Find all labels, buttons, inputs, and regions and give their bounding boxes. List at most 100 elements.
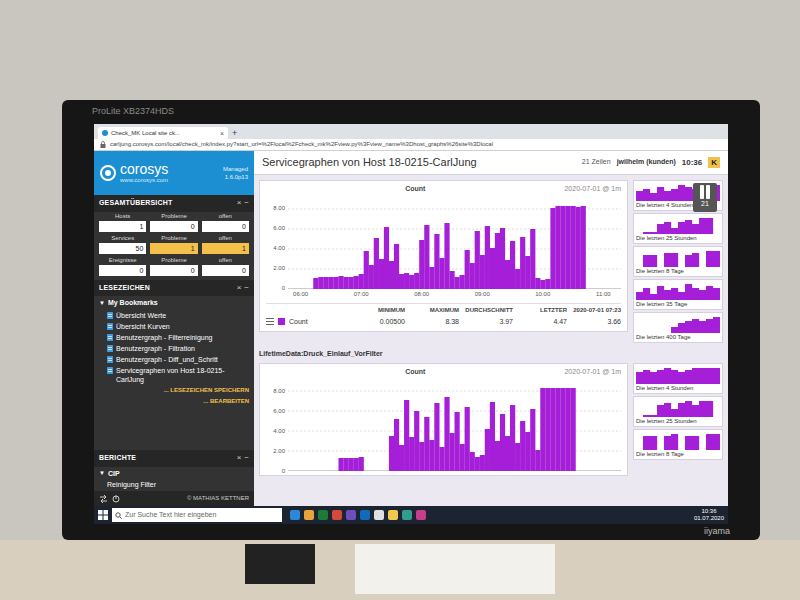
overview-count[interactable]: 0 [150,221,197,232]
graph-bar [616,471,621,472]
edition: Managed [223,165,248,173]
graph-bar [520,421,525,471]
overview-label: Hosts [99,212,146,221]
graph-thumbnail[interactable]: Die letzten 35 Tage [633,279,723,310]
folder-toggle: ▼ [99,299,105,308]
app-icon[interactable] [360,510,370,520]
app-icon[interactable] [304,510,314,520]
graph-bar [525,432,530,471]
monitor-model: ProLite XB2374HDS [92,105,174,119]
graph-thumbnail[interactable]: Die letzten 8 Tage [633,246,723,277]
graph-thumbnail[interactable]: Die letzten 400 Tage [633,312,723,343]
graph-bar [308,288,313,289]
overview-count[interactable]: 0 [99,265,146,276]
app-icon[interactable] [318,510,328,520]
new-tab-button[interactable]: + [232,127,237,139]
graph-bar [591,471,596,472]
thumbnail-label: Die letzten 400 Tage [636,333,720,341]
taskbar-search[interactable]: Zur Suche Text hier eingeben [112,508,282,522]
bookmark-item[interactable]: Benutzergraph - Diff_und_Schritt [99,355,249,364]
graph-bar [328,277,333,289]
graph-bar [455,412,460,471]
tab-close[interactable]: × [220,130,224,137]
overview-count[interactable]: 1 [202,243,249,254]
swap-icon[interactable] [99,495,108,503]
graph-bar [323,277,328,289]
graph-thumbnail[interactable]: Die letzten 8 Tage [633,429,723,460]
report-folder[interactable]: ▼CIP [99,469,249,480]
bookmark-item[interactable]: Benutzergraph - Filterreinigung [99,333,249,342]
graph-bar [586,471,591,472]
section-control[interactable]: × [237,199,242,207]
bookmark-action[interactable]: ... BEARBEITEN [99,397,249,406]
app-icon[interactable] [388,510,398,520]
section-control[interactable]: − [244,199,249,207]
graph-bar [303,288,308,289]
graph-thumbnail[interactable]: Die letzten 25 Stunden [633,213,723,244]
page-header: Servicegraphen von Host 18-0215-CarlJung… [254,151,728,175]
report-item[interactable]: Reinigung Filter [99,480,249,489]
url-field[interactable]: carljung.corosys.com/local/check_mk/inde… [110,140,493,149]
graph-bar [318,471,323,472]
graph-section: LifetimeData:Druck_Einlauf_VorFilterCoun… [259,349,723,476]
bookmark-icon [107,323,113,330]
app-icon[interactable] [290,510,300,520]
app-icon[interactable] [374,510,384,520]
thumbnail-label: Die letzten 35 Tage [636,300,720,308]
overview-count[interactable]: 0 [202,221,249,232]
menu-icon[interactable] [266,318,274,325]
windows-icon[interactable] [98,510,108,520]
overview-count[interactable]: 1 [150,243,197,254]
graph-bar [349,277,354,289]
graph-bar [566,206,571,289]
bookmark-item[interactable]: Übersicht Werte [99,311,249,320]
section-header: GESAMTÜBERSICHT×− [94,195,254,212]
graph-bar [571,206,576,289]
section-control[interactable]: × [237,284,242,292]
bookmark-item[interactable]: Übersicht Kurven [99,322,249,331]
graph-bar [404,400,409,471]
sidebar-footer: © MATHIAS KETTNER [94,491,254,506]
bookmark-item[interactable]: Servicegraphen von Host 18-0215-CarlJung [99,366,249,384]
graph-bar [399,274,404,289]
graph-card: Count2020-07-01 @ 1m8.006.004.002.00006:… [259,180,628,332]
bookmark-item[interactable]: Benutzergraph - Filtration [99,344,249,353]
section-control[interactable]: − [244,284,249,292]
thumbnail-label: Die letzten 8 Tage [636,450,720,458]
app-icon[interactable] [346,510,356,520]
app-icon[interactable] [416,510,426,520]
graph-thumbnail[interactable]: Die letzten 25 Stunden [633,396,723,427]
thumbnail-label: Die letzten 25 Stunden [636,417,720,425]
pause-icon [699,185,711,199]
graph-bar [389,261,394,289]
app-icon[interactable] [402,510,412,520]
thumbnail-label: Die letzten 4 Stunden [636,384,720,392]
graph-thumbnail[interactable]: Die letzten 4 Stunden [633,363,723,394]
bookmark-action[interactable]: ... LESEZEICHEN SPEICHERN [99,386,249,395]
logo-block: corosyswww.corosys.comManaged1.6.0p13 [94,151,254,195]
overview-count[interactable]: 0 [202,265,249,276]
x-tick: 10:00 [535,290,550,299]
graph-bar [344,277,349,289]
overview-count[interactable]: 1 [99,221,146,232]
overview-count[interactable]: 0 [150,265,197,276]
section-control[interactable]: − [244,454,249,462]
graph-bar [424,225,429,289]
overview-group: ServicesProblemeoffen5011 [99,234,249,254]
graph-bar [611,471,616,472]
bookmark-folder[interactable]: ▼My Bookmarks [99,298,249,309]
overview-count[interactable]: 50 [99,243,146,254]
pause-overlay[interactable]: 21 [693,183,717,212]
overview-label: Probleme [150,234,197,243]
logout-icon[interactable] [112,495,120,503]
section-control[interactable]: × [237,454,242,462]
y-tick: 2.00 [266,259,288,279]
graph-bar [465,407,470,471]
graph-bar [369,265,374,289]
graph-bar [460,275,465,289]
graph-timestamp: 2020-07-01 @ 1m [564,184,621,195]
thumbnail-chart [636,216,720,234]
browser-tab[interactable]: Check_MK Local site ck...× [98,127,228,139]
app-icon[interactable] [332,510,342,520]
graph-bar [540,280,545,289]
